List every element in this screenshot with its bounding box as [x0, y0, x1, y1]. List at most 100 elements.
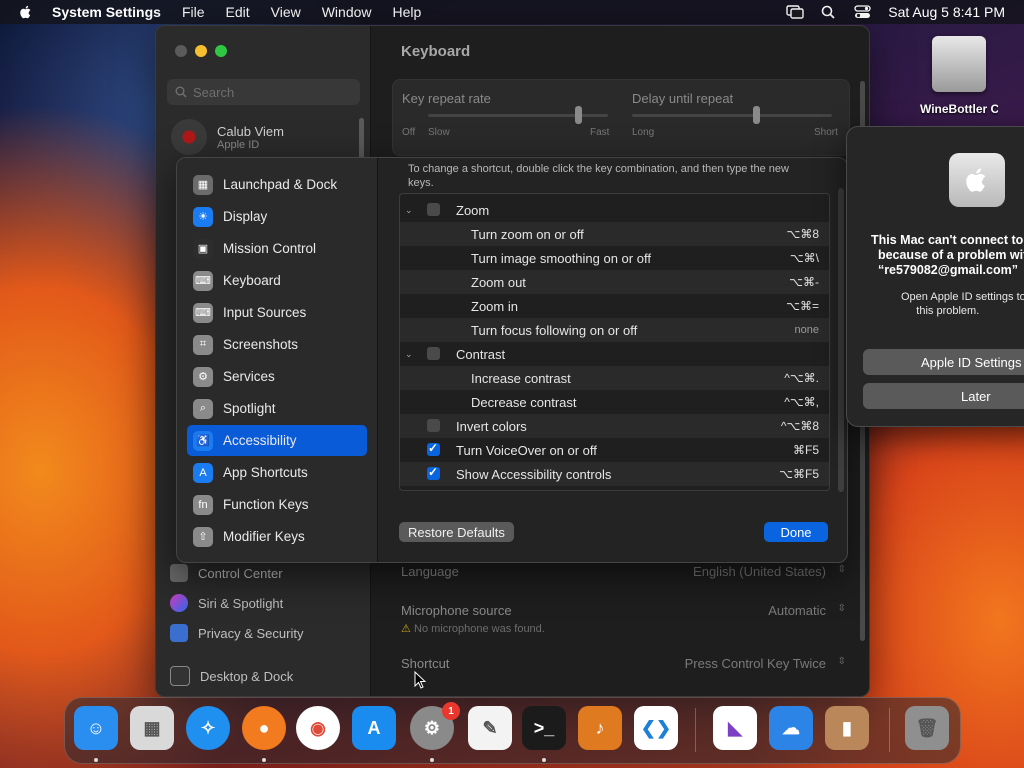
shortcut-key-combo[interactable]: ^⌥⌘, — [784, 395, 819, 409]
control-center-icon[interactable] — [854, 5, 872, 19]
shortcut-checkbox[interactable] — [427, 441, 440, 456]
keyboard-settings-rows: Language English (United States) ⇳ Micro… — [392, 554, 848, 696]
keyboard-icon: ⌨ — [193, 270, 213, 291]
language-value[interactable]: English (United States) — [693, 564, 826, 579]
minimize-button[interactable] — [195, 45, 207, 57]
safari-icon[interactable]: ✧ — [186, 706, 230, 750]
disclosure-chevron-icon[interactable]: ⌄ — [405, 205, 413, 216]
services-icon: ⚙ — [193, 366, 213, 387]
shortcut-category-screenshots[interactable]: ⌗ Screenshots — [187, 329, 367, 360]
shortcut-checkbox[interactable] — [427, 465, 440, 480]
app-store-icon[interactable]: A — [352, 706, 396, 750]
shortcut-row[interactable]: Invert colors ^⌥⌘8 — [400, 414, 829, 438]
shortcut-key-combo[interactable]: ⌥⌘= — [786, 299, 819, 313]
apple-id-settings-button[interactable]: Apple ID Settings — [863, 349, 1024, 375]
restore-defaults-button[interactable]: Restore Defaults — [399, 522, 514, 542]
shortcut-checkbox[interactable] — [427, 419, 440, 432]
menu-file[interactable]: File — [182, 4, 205, 20]
weather-icon[interactable]: ☁ — [769, 706, 813, 750]
visual-studio-icon[interactable]: ◣ — [713, 706, 757, 750]
accessibility-icon: ♿ — [193, 430, 213, 451]
menu-clock[interactable]: Sat Aug 5 8:41 PM — [888, 4, 1005, 20]
sidebar-search-input[interactable]: Search — [167, 79, 360, 105]
finder-icon[interactable]: ☺ — [74, 706, 118, 750]
done-button[interactable]: Done — [764, 522, 828, 542]
shortcut-row[interactable]: Zoom out ⌥⌘- — [400, 270, 829, 294]
shortcut-key-combo[interactable]: ⌥⌘\ — [790, 251, 819, 265]
shortcut-category-mission-control[interactable]: ▣ Mission Control — [187, 233, 367, 264]
shortcut-row[interactable]: Shortcut Press Control Key Twice ⇳ — [392, 653, 848, 696]
system-settings-icon[interactable]: ⚙ 1 — [410, 702, 460, 750]
shortcut-checkbox[interactable] — [427, 203, 440, 216]
shortcut-row[interactable]: Decrease contrast ^⌥⌘, — [400, 390, 829, 414]
shortcut-category-spotlight[interactable]: ⌕ Spotlight — [187, 393, 367, 424]
sidebar-scrollbar[interactable] — [359, 118, 364, 162]
apple-id-account[interactable]: Calub Viem Apple ID — [171, 119, 284, 155]
screen-mirroring-icon[interactable] — [786, 5, 804, 19]
shortcut-row[interactable]: Turn focus following on or off none — [400, 318, 829, 342]
shortcut-row[interactable]: Turn zoom on or off ⌥⌘8 — [400, 222, 829, 246]
spotlight-search-icon[interactable] — [820, 5, 838, 19]
sidebar-item-privacy-security[interactable]: Privacy & Security — [170, 618, 360, 648]
shortcut-label: Invert colors — [456, 418, 527, 434]
zoom-button[interactable] — [215, 45, 227, 57]
shortcut-key-combo[interactable]: ^⌥⌘. — [784, 371, 819, 385]
sidebar-item-desktop-dock[interactable]: Desktop & Dock — [170, 661, 360, 691]
vscode-icon[interactable]: ❮❯ — [634, 706, 678, 750]
delay-repeat-slider-knob[interactable] — [753, 106, 760, 124]
microphone-source-row[interactable]: Microphone source Automatic ⇳ ⚠ No micro… — [392, 600, 848, 653]
shortcut-key-combo[interactable]: ⌥⌘F5 — [779, 467, 819, 481]
trash-icon[interactable]: 🗑 — [905, 706, 949, 750]
shortcut-label: Increase contrast — [471, 370, 571, 386]
shortcut-group-row[interactable]: ⌄ Contrast — [400, 342, 829, 366]
shortcut-checkbox[interactable] — [427, 347, 440, 360]
chrome-icon[interactable]: ◉ — [296, 706, 340, 750]
sidebar-item-siri-spotlight[interactable]: Siri & Spotlight — [170, 588, 360, 618]
menu-help[interactable]: Help — [393, 4, 422, 20]
shortcut-category-app-shortcuts[interactable]: A App Shortcuts — [187, 457, 367, 488]
shortcut-category-keyboard[interactable]: ⌨ Keyboard — [187, 265, 367, 296]
shortcut-category-display[interactable]: ☀ Display — [187, 201, 367, 232]
delay-repeat-slider[interactable] — [632, 114, 832, 117]
shortcut-row[interactable]: Turn image smoothing on or off ⌥⌘\ — [400, 246, 829, 270]
shortcut-key-combo[interactable]: ⌥⌘8 — [786, 227, 819, 241]
menu-view[interactable]: View — [271, 4, 301, 20]
firefox-icon[interactable]: ● — [242, 706, 286, 750]
shortcut-category-input-sources[interactable]: ⌨ Input Sources — [187, 297, 367, 328]
page-title: Keyboard — [401, 43, 471, 60]
garageband-icon[interactable]: ♪ — [578, 706, 622, 750]
modifier-keys-icon: ⇧ — [193, 526, 213, 547]
shortcut-category-accessibility[interactable]: ♿ Accessibility — [187, 425, 367, 456]
launchpad-icon[interactable]: ▦ — [130, 706, 174, 750]
shortcuts-scrollbar[interactable] — [838, 188, 844, 492]
shortcut-category-services[interactable]: ⚙ Services — [187, 361, 367, 392]
later-button[interactable]: Later — [863, 383, 1024, 409]
desktop-dock-icon — [170, 666, 190, 686]
shortcut-key-combo[interactable]: ⌥⌘- — [789, 275, 819, 289]
textedit-icon[interactable]: ✎ — [468, 706, 512, 750]
close-button[interactable] — [175, 45, 187, 57]
terminal-icon[interactable]: >_ — [522, 706, 566, 750]
winebottler-icon[interactable]: ▮ — [825, 706, 869, 750]
shortcut-category-launchpad-dock[interactable]: ▦ Launchpad & Dock — [187, 169, 367, 200]
microphone-value[interactable]: Automatic — [768, 603, 826, 618]
app-menu[interactable]: System Settings — [52, 4, 161, 20]
shortcut-row[interactable]: Zoom in ⌥⌘= — [400, 294, 829, 318]
apple-menu-icon[interactable] — [18, 4, 34, 20]
menu-edit[interactable]: Edit — [226, 4, 250, 20]
shortcut-row[interactable]: Turn VoiceOver on or off ⌘F5 — [400, 438, 829, 462]
shortcut-row[interactable]: Show Accessibility controls ⌥⌘F5 — [400, 462, 829, 486]
shortcut-category-function-keys[interactable]: fn Function Keys — [187, 489, 367, 520]
disclosure-chevron-icon[interactable]: ⌄ — [405, 349, 413, 360]
shortcut-key-combo[interactable]: ⌘F5 — [793, 443, 819, 457]
shortcut-key-combo[interactable]: none — [795, 324, 819, 336]
shortcut-value[interactable]: Press Control Key Twice — [685, 656, 826, 671]
desktop-drive-winebottler[interactable]: WineBottler Combo — [920, 36, 998, 116]
shortcut-group-row[interactable]: ⌄ Zoom — [400, 198, 829, 222]
shortcut-category-modifier-keys[interactable]: ⇧ Modifier Keys — [187, 521, 367, 552]
shortcut-row[interactable]: Increase contrast ^⌥⌘. — [400, 366, 829, 390]
key-repeat-slider-knob[interactable] — [575, 106, 582, 124]
shortcut-key-combo[interactable]: ^⌥⌘8 — [781, 419, 819, 433]
shortcut-label: Show Accessibility controls — [456, 466, 612, 482]
menu-window[interactable]: Window — [322, 4, 372, 20]
